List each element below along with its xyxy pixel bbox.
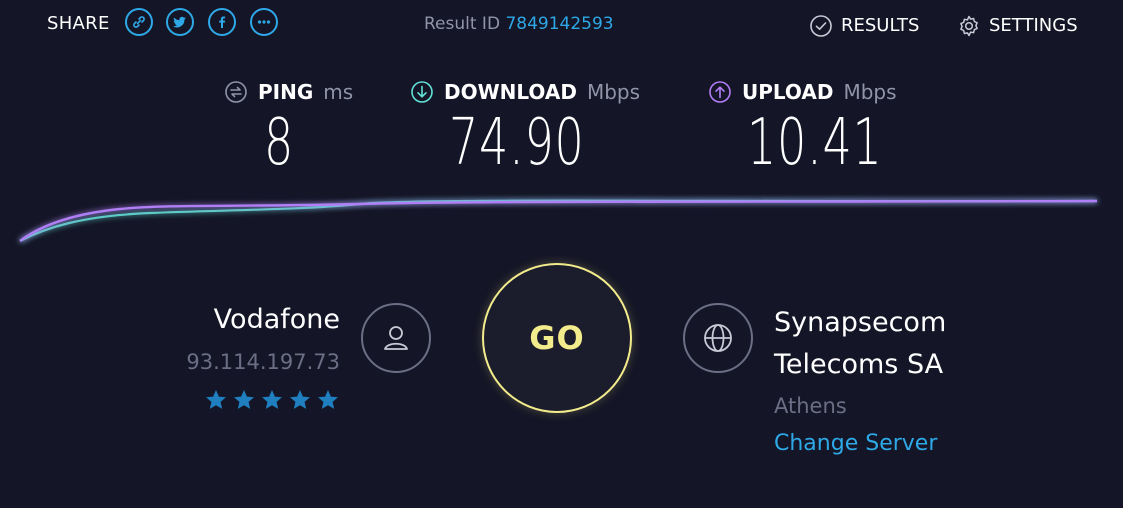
download-label: DOWNLOAD <box>444 80 577 104</box>
ping-label: PING <box>258 80 314 104</box>
globe-icon <box>704 324 732 352</box>
upload-arrow-icon <box>709 81 731 103</box>
server-button[interactable] <box>683 303 753 373</box>
isp-name: Vodafone <box>213 304 340 335</box>
star-icon <box>262 390 282 409</box>
upload-unit: Mbps <box>843 80 897 104</box>
user-button[interactable] <box>361 303 431 373</box>
star-icon <box>206 390 226 409</box>
results-nav[interactable]: RESULTS <box>809 14 919 38</box>
star-icon <box>290 390 310 409</box>
download-unit: Mbps <box>586 80 641 104</box>
more-icon <box>257 20 271 24</box>
facebook-icon <box>219 16 226 28</box>
check-circle-icon <box>810 15 832 37</box>
settings-nav[interactable]: SETTINGS <box>957 14 1078 38</box>
go-label: GO <box>529 319 585 357</box>
go-button[interactable]: GO <box>482 263 632 413</box>
upload-graph-line <box>19 199 1098 242</box>
share-facebook-button[interactable] <box>208 8 236 36</box>
ping-icon <box>225 81 247 103</box>
server-name: Synapsecom Telecoms SA <box>774 302 946 386</box>
server-name-line1: Synapsecom <box>774 307 947 338</box>
star-icon <box>234 390 254 409</box>
server-name-line2: Telecoms SA <box>774 349 944 380</box>
ping-value: 8 <box>264 106 295 180</box>
share-twitter-button[interactable] <box>166 8 194 36</box>
download-label-group: DOWNLOAD Mbps <box>410 80 640 104</box>
change-server-link[interactable]: Change Server <box>774 430 937 458</box>
share-more-button[interactable] <box>250 8 278 36</box>
share-link-button[interactable] <box>125 8 153 36</box>
upload-label: UPLOAD <box>742 80 834 104</box>
isp-ip: 93.114.197.73 <box>186 350 340 374</box>
upload-label-group: UPLOAD Mbps <box>708 80 897 104</box>
ping-unit: ms <box>323 80 354 104</box>
download-value: 74.90 <box>449 106 585 180</box>
user-icon <box>384 326 408 350</box>
result-id-label: Result ID <box>424 14 501 34</box>
settings-label: SETTINGS <box>989 15 1078 36</box>
ping-label-group: PING ms <box>224 80 353 104</box>
link-icon <box>133 16 145 28</box>
gear-icon <box>960 15 978 37</box>
result-id-value[interactable]: 7849142593 <box>505 14 613 34</box>
isp-rating[interactable] <box>204 388 340 412</box>
results-label: RESULTS <box>841 15 920 36</box>
server-city: Athens <box>774 394 847 418</box>
star-icon <box>318 390 338 409</box>
upload-value: 10.41 <box>747 106 883 180</box>
download-arrow-icon <box>411 81 433 103</box>
speed-graph <box>19 199 1098 242</box>
result-id: Result ID 7849142593 <box>424 12 614 36</box>
share-label: SHARE <box>47 13 110 34</box>
twitter-icon <box>173 16 186 28</box>
